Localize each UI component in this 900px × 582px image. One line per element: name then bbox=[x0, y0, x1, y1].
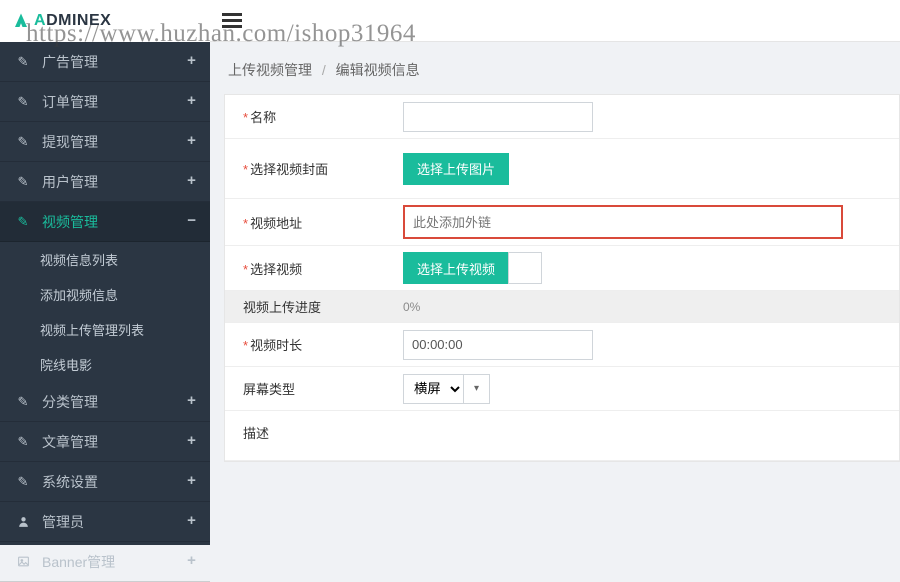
label-progress: 视频上传进度 bbox=[225, 297, 395, 316]
sidebar: ADMINEX ✎ 广告管理 + ✎ 订单管理 + ✎ 提现管理 + ✎ 用户管… bbox=[0, 0, 210, 545]
nav-item-article[interactable]: ✎ 文章管理 + bbox=[0, 422, 210, 462]
expand-icon: + bbox=[187, 553, 196, 570]
edit-icon: ✎ bbox=[14, 214, 32, 230]
row-duration: *视频时长 bbox=[225, 323, 899, 367]
breadcrumb-current: 编辑视频信息 bbox=[336, 62, 420, 78]
breadcrumb: 上传视频管理 / 编辑视频信息 bbox=[224, 52, 900, 94]
label-name: *名称 bbox=[225, 107, 395, 126]
logo-icon bbox=[12, 12, 30, 30]
expand-icon: + bbox=[187, 173, 196, 190]
edit-icon: ✎ bbox=[14, 174, 32, 190]
name-input[interactable] bbox=[403, 102, 593, 132]
row-cover: *选择视频封面 选择上传图片 bbox=[225, 139, 899, 199]
brand-logo: ADMINEX bbox=[0, 0, 210, 42]
brand-text: ADMINEX bbox=[34, 12, 111, 30]
nav-item-admin[interactable]: 管理员 + bbox=[0, 502, 210, 542]
edit-icon: ✎ bbox=[14, 94, 32, 110]
duration-input[interactable] bbox=[403, 330, 593, 360]
label-cover: *选择视频封面 bbox=[225, 159, 395, 178]
row-url: *视频地址 bbox=[225, 199, 899, 246]
row-desc: 描述 bbox=[225, 411, 899, 461]
expand-icon: + bbox=[187, 53, 196, 70]
subnav-video-upload[interactable]: 视频上传管理列表 bbox=[0, 312, 210, 347]
label-video: *选择视频 bbox=[225, 259, 395, 278]
expand-icon: + bbox=[187, 93, 196, 110]
label-url: *视频地址 bbox=[225, 213, 395, 232]
row-video: *选择视频 选择上传视频 bbox=[225, 246, 899, 291]
screen-type-select[interactable]: 横屏 ▾ bbox=[403, 374, 490, 404]
subnav-video-add[interactable]: 添加视频信息 bbox=[0, 277, 210, 312]
upload-video-extra-button[interactable] bbox=[508, 252, 542, 284]
upload-video-button[interactable]: 选择上传视频 bbox=[403, 252, 509, 284]
nav-item-settings[interactable]: ✎ 系统设置 + bbox=[0, 462, 210, 502]
expand-icon: + bbox=[187, 473, 196, 490]
progress-value: 0% bbox=[403, 300, 420, 314]
edit-icon: ✎ bbox=[14, 474, 32, 490]
expand-icon: + bbox=[187, 133, 196, 150]
row-name: *名称 bbox=[225, 95, 899, 139]
expand-icon: + bbox=[187, 393, 196, 410]
edit-icon: ✎ bbox=[14, 54, 32, 70]
subnav-cinema[interactable]: 院线电影 bbox=[0, 347, 210, 382]
edit-icon: ✎ bbox=[14, 134, 32, 150]
label-duration: *视频时长 bbox=[225, 335, 395, 354]
nav-item-category[interactable]: ✎ 分类管理 + bbox=[0, 382, 210, 422]
edit-icon: ✎ bbox=[14, 434, 32, 450]
upload-cover-button[interactable]: 选择上传图片 bbox=[403, 153, 509, 185]
top-header bbox=[210, 0, 900, 42]
nav-item-withdraw[interactable]: ✎ 提现管理 + bbox=[0, 122, 210, 162]
breadcrumb-separator: / bbox=[322, 62, 326, 78]
nav-item-video[interactable]: ✎ 视频管理 − bbox=[0, 202, 210, 242]
nav-item-banner[interactable]: Banner管理 + bbox=[0, 542, 210, 582]
edit-icon: ✎ bbox=[14, 394, 32, 410]
breadcrumb-parent[interactable]: 上传视频管理 bbox=[228, 62, 312, 78]
video-url-input[interactable] bbox=[403, 205, 843, 239]
row-screen: 屏幕类型 横屏 ▾ bbox=[225, 367, 899, 411]
nav-item-orders[interactable]: ✎ 订单管理 + bbox=[0, 82, 210, 122]
user-icon bbox=[14, 515, 32, 528]
image-icon bbox=[14, 555, 32, 568]
main-content: 上传视频管理 / 编辑视频信息 *名称 *选择视频封面 选择上传图片 *视频地址… bbox=[210, 42, 900, 545]
chevron-down-icon: ▾ bbox=[464, 374, 490, 404]
nav-item-ads[interactable]: ✎ 广告管理 + bbox=[0, 42, 210, 82]
screen-select-control[interactable]: 横屏 bbox=[403, 374, 464, 404]
collapse-icon: − bbox=[187, 213, 196, 230]
subnav-video-list[interactable]: 视频信息列表 bbox=[0, 242, 210, 277]
row-progress: 视频上传进度 0% bbox=[225, 291, 899, 323]
menu-toggle-icon[interactable] bbox=[222, 10, 242, 31]
form-panel: *名称 *选择视频封面 选择上传图片 *视频地址 *选择视频 选择上传视频 视频… bbox=[224, 94, 900, 462]
label-screen: 屏幕类型 bbox=[225, 379, 395, 398]
expand-icon: + bbox=[187, 513, 196, 530]
expand-icon: + bbox=[187, 433, 196, 450]
label-desc: 描述 bbox=[225, 423, 395, 442]
nav-item-users[interactable]: ✎ 用户管理 + bbox=[0, 162, 210, 202]
